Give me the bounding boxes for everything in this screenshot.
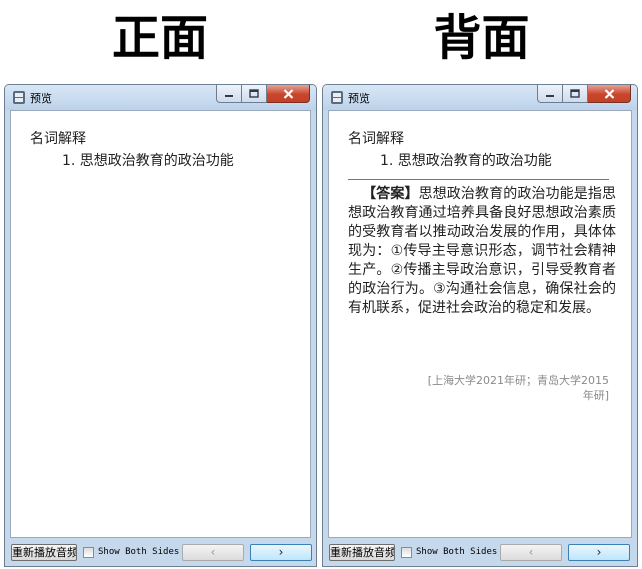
bottom-bar: 重新播放音频 Show Both Sides ‹ › (10, 540, 312, 564)
term-item: 1. 思想政治教育的政治功能 (62, 153, 234, 169)
close-icon (604, 88, 614, 99)
term-title: 名词解释 (30, 131, 86, 147)
next-button[interactable]: › (568, 544, 630, 561)
maximize-icon (570, 89, 580, 98)
maximize-button[interactable] (563, 85, 588, 103)
minimize-icon (225, 94, 233, 97)
show-both-sides-checkbox[interactable] (83, 547, 94, 558)
minimize-button[interactable] (537, 85, 563, 103)
window-controls (216, 85, 310, 103)
prev-button[interactable]: ‹ (500, 544, 562, 561)
replay-audio-button[interactable]: 重新播放音频 (11, 544, 77, 561)
preview-window-front: 预览 名词解释 1. 思想政治教育的政治功能 重新播放音频 Show Both … (4, 84, 317, 567)
app-preview-icon (13, 91, 25, 104)
maximize-button[interactable] (242, 85, 267, 103)
show-both-sides-label: Show Both Sides (98, 547, 180, 557)
title-bar[interactable]: 预览 (323, 85, 637, 110)
prev-button[interactable]: ‹ (182, 544, 244, 561)
next-button[interactable]: › (250, 544, 312, 561)
answer-source: [上海大学2021年研；青岛大学2015年研] (427, 374, 609, 402)
front-heading: 正面 (111, 10, 208, 66)
show-both-sides-label: Show Both Sides (416, 547, 498, 557)
maximize-icon (249, 89, 259, 98)
close-button[interactable] (267, 85, 310, 103)
card-content-area: 名词解释 1. 思想政治教育的政治功能 (10, 110, 311, 538)
close-button[interactable] (588, 85, 631, 103)
front-back-divider (348, 179, 609, 180)
title-bar[interactable]: 预览 (5, 85, 316, 110)
replay-audio-button[interactable]: 重新播放音频 (329, 544, 395, 561)
term-title: 名词解释 (348, 131, 404, 147)
close-icon (283, 88, 293, 99)
answer-body: 思想政治教育的政治功能是指思想政治教育通过培养具备良好思想政治素质的受教育者以推… (348, 186, 617, 316)
minimize-icon (546, 94, 554, 97)
answer-label: 【答案】 (362, 186, 419, 202)
term-item: 1. 思想政治教育的政治功能 (380, 153, 552, 169)
window-controls (537, 85, 631, 103)
window-title: 预览 (348, 92, 370, 105)
show-both-sides-checkbox[interactable] (401, 547, 412, 558)
minimize-button[interactable] (216, 85, 242, 103)
bottom-bar: 重新播放音频 Show Both Sides ‹ › (328, 540, 632, 564)
preview-window-back: 预览 名词解释 1. 思想政治教育的政治功能 【答案】思想政治教育的政治功能是指… (322, 84, 638, 567)
answer-text: 【答案】思想政治教育的政治功能是指思想政治教育通过培养具备良好思想政治素质的受教… (348, 185, 616, 318)
window-title: 预览 (30, 92, 52, 105)
back-heading: 背面 (433, 10, 530, 66)
app-preview-icon (331, 91, 343, 104)
card-content-area: 名词解释 1. 思想政治教育的政治功能 【答案】思想政治教育的政治功能是指思想政… (328, 110, 632, 538)
